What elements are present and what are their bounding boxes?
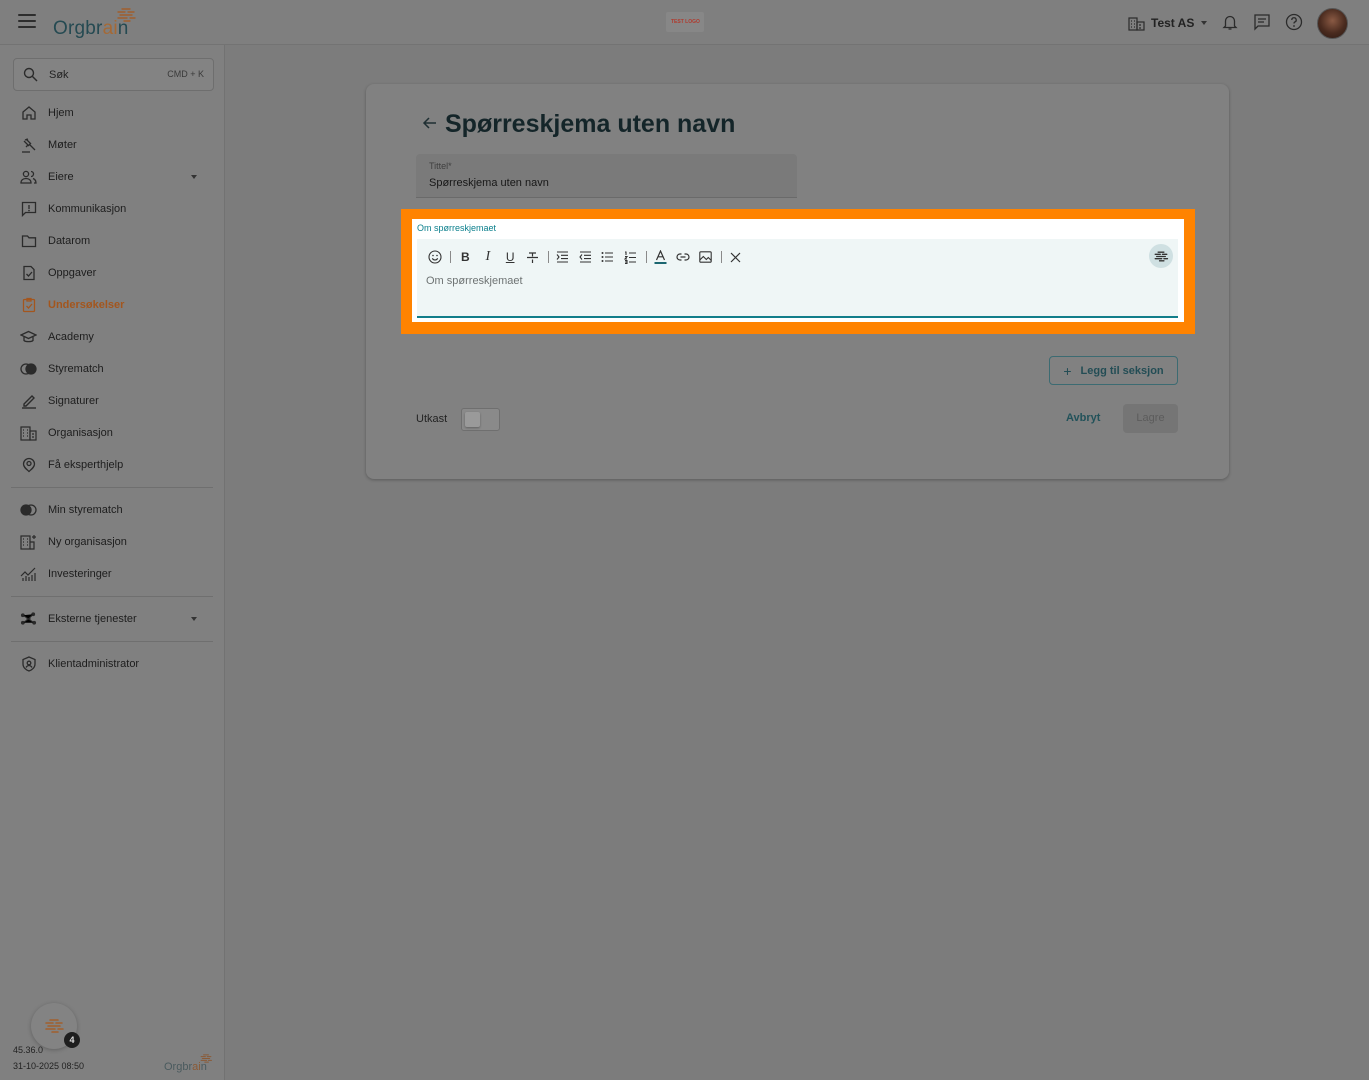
draft-toggle[interactable]: [461, 408, 500, 431]
search-input[interactable]: Søk CMD + K: [13, 58, 214, 91]
shield-icon: [20, 656, 37, 673]
sidebar-item-undersokelser[interactable]: Undersøkelser: [0, 289, 224, 321]
title-field[interactable]: Tittel* Spørreskjema uten navn: [416, 154, 797, 198]
task-icon: [20, 265, 37, 282]
toolbar-separator: [450, 251, 452, 263]
page-title: Spørreskjema uten navn: [445, 110, 736, 138]
sidebar-item-min-styrematch[interactable]: Min styrematch: [0, 494, 224, 526]
menu-icon[interactable]: [18, 14, 36, 30]
sidebar-item-hjem[interactable]: Hjem: [0, 97, 224, 129]
chevron-down-icon: [1201, 21, 1208, 25]
sidebar-item-signaturer[interactable]: Signaturer: [0, 385, 224, 417]
image-icon[interactable]: [696, 248, 714, 266]
toolbar-separator: [547, 251, 549, 263]
pen-icon: [20, 393, 37, 410]
add-section-button[interactable]: + Legg til seksjon: [1049, 356, 1178, 385]
brain-logo-icon: [200, 1054, 212, 1063]
people-icon: [20, 169, 37, 186]
user-avatar[interactable]: [1317, 8, 1348, 39]
sidebar-item-datarom[interactable]: Datarom: [0, 225, 224, 257]
bell-icon[interactable]: [1221, 13, 1239, 31]
chevron-down-icon: [191, 175, 197, 179]
top-bar: Orgbrain TEST LOGO Test AS: [0, 0, 1369, 45]
toolbar-separator: [645, 251, 647, 263]
toggle-match-icon: [20, 502, 37, 519]
search-icon: [23, 67, 38, 82]
sidebar-item-investeringer[interactable]: Investeringer: [0, 558, 224, 590]
save-button[interactable]: Lagre: [1123, 404, 1178, 433]
brain-logo-icon: [1154, 251, 1169, 261]
emoji-icon[interactable]: [426, 248, 444, 266]
sidebar-item-academy[interactable]: Academy: [0, 321, 224, 353]
back-arrow-icon[interactable]: [421, 114, 439, 132]
divider: [11, 487, 213, 488]
description-editor-container: Om spørreskjemaet B I U Om spørreskjemae…: [412, 219, 1184, 322]
sidebar-nav: Hjem Møter Eiere Kommunikasjon Datarom O…: [0, 97, 224, 680]
underline-button[interactable]: U: [501, 248, 519, 266]
link-icon[interactable]: [674, 248, 692, 266]
title-field-label: Tittel*: [429, 161, 452, 171]
search-placeholder: Søk: [49, 69, 69, 81]
chat-alert-icon: [20, 201, 37, 218]
sidebar-item-oppgaver[interactable]: Oppgaver: [0, 257, 224, 289]
help-icon[interactable]: [1285, 13, 1303, 31]
bullet-list-icon[interactable]: [599, 248, 617, 266]
bold-button[interactable]: B: [456, 248, 474, 266]
building-icon: [20, 425, 37, 442]
sidebar-item-kommunikasjon[interactable]: Kommunikasjon: [0, 193, 224, 225]
notification-badge: 4: [64, 1032, 80, 1048]
footer-logo: Orgbrain: [164, 1053, 214, 1075]
app-version-date: 31-10-2025 08:50: [13, 1061, 85, 1071]
search-shortcut: CMD + K: [167, 69, 204, 79]
ai-assist-button[interactable]: [1149, 244, 1173, 268]
folder-icon: [20, 233, 37, 250]
company-logo: TEST LOGO: [666, 12, 704, 32]
numbered-list-icon[interactable]: [621, 248, 639, 266]
title-field-value: Spørreskjema uten navn: [429, 177, 549, 189]
text-color-icon[interactable]: [652, 248, 670, 266]
toolbar-separator: [720, 251, 722, 263]
chevron-down-icon: [191, 617, 197, 621]
draft-label: Utkast: [416, 413, 448, 425]
indent-icon[interactable]: [554, 248, 572, 266]
italic-button[interactable]: I: [479, 248, 497, 266]
match-icon: [20, 361, 37, 378]
cancel-button[interactable]: Avbryt: [1066, 412, 1100, 424]
outdent-icon[interactable]: [576, 248, 594, 266]
strikethrough-icon[interactable]: [524, 248, 542, 266]
building-icon: [1128, 16, 1145, 31]
sidebar: Søk CMD + K Hjem Møter Eiere Kommunikasj…: [0, 45, 225, 1080]
chat-icon[interactable]: [1253, 13, 1271, 31]
graduation-cap-icon: [20, 329, 37, 346]
brain-logo-icon: [117, 8, 136, 22]
divider: [11, 596, 213, 597]
editor-placeholder: Om spørreskjemaet: [426, 275, 523, 287]
sidebar-item-eiere[interactable]: Eiere: [0, 161, 224, 193]
expert-icon: [20, 457, 37, 474]
clipboard-icon: [20, 297, 37, 314]
toggle-knob: [465, 412, 480, 427]
editor-label: Om spørreskjemaet: [417, 223, 497, 233]
brain-logo-icon: [45, 1019, 64, 1033]
sidebar-item-moter[interactable]: Møter: [0, 129, 224, 161]
plus-icon: +: [1063, 362, 1072, 379]
sidebar-item-eksterne-tjenester[interactable]: Eksterne tjenester: [0, 603, 224, 635]
organization-switcher[interactable]: Test AS: [1128, 13, 1208, 33]
editor-toolbar: B I U: [426, 248, 749, 266]
home-icon: [20, 105, 37, 122]
chart-icon: [20, 566, 37, 583]
sidebar-item-ny-organisasjon[interactable]: Ny organisasjon: [0, 526, 224, 558]
building-add-icon: [20, 534, 37, 551]
sidebar-item-organisasjon[interactable]: Organisasjon: [0, 417, 224, 449]
description-editor[interactable]: B I U Om spørreskjemaet: [417, 239, 1178, 318]
sidebar-item-styrematch[interactable]: Styrematch: [0, 353, 224, 385]
gavel-icon: [20, 137, 37, 154]
clear-format-icon[interactable]: [727, 248, 745, 266]
app-version: 45.36.0: [13, 1045, 44, 1055]
sidebar-item-klientadministrator[interactable]: Klientadministrator: [0, 648, 224, 680]
hub-icon: [20, 611, 37, 628]
divider: [11, 641, 213, 642]
sidebar-item-eksperthjelp[interactable]: Få eksperthjelp: [0, 449, 224, 481]
organization-name: Test AS: [1151, 16, 1195, 30]
